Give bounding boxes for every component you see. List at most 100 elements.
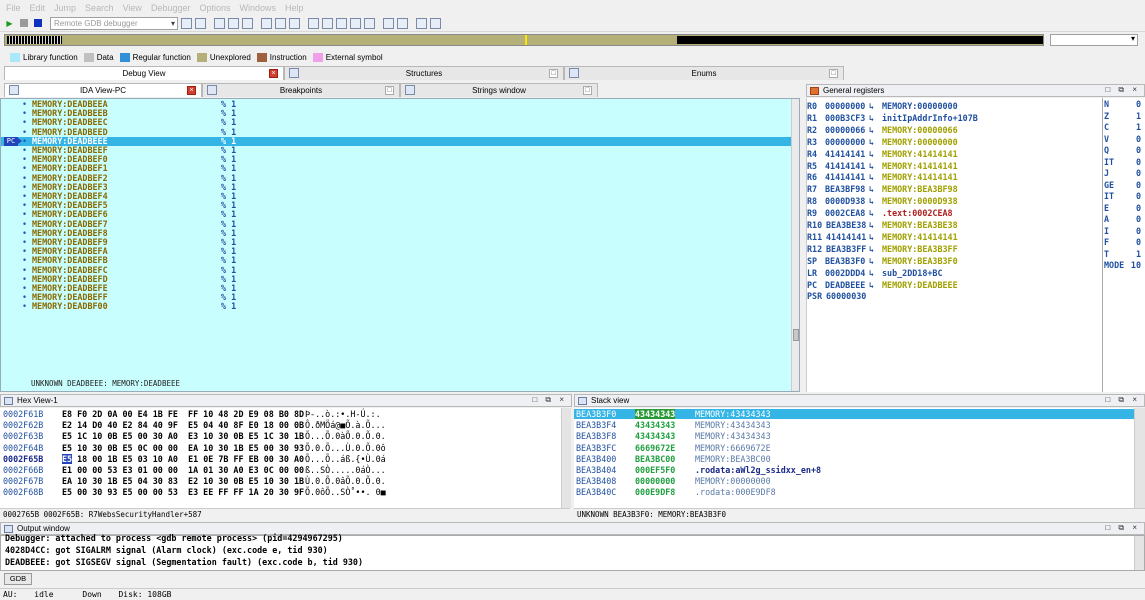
register-row[interactable]: R4 41414141 ↳ MEMORY:41414141 <box>807 148 1101 160</box>
register-target[interactable]: MEMORY:BEA3B3FF <box>882 243 958 255</box>
flag-row[interactable]: V0 <box>1103 134 1145 144</box>
flag-row[interactable]: MODE 10 <box>1103 261 1145 270</box>
flag-value[interactable]: 0 <box>1136 203 1141 213</box>
register-target[interactable]: MEMORY:41414141 <box>882 231 958 243</box>
disassembly-line[interactable]: • MEMORY:DEADBEFB% 1 <box>1 256 794 265</box>
flag-value[interactable]: 1 <box>1136 249 1141 259</box>
register-row[interactable]: R1 000B3CF3 ↳ initIpAddrInfo+107B <box>807 112 1101 124</box>
flag-row[interactable]: Q0 <box>1103 146 1145 155</box>
disassembly-line[interactable]: • MEMORY:DEADBEF0% 1 <box>1 155 794 164</box>
flag-row[interactable]: IT 0 <box>1103 192 1145 201</box>
flag-row[interactable]: IT 0 <box>1103 157 1145 167</box>
window-controls[interactable]: □ ⧉ × <box>532 395 567 405</box>
gdb-button[interactable]: GDB <box>4 573 32 585</box>
hex-bytes[interactable]: E5 10 30 0B E5 0C 00 00 EA 10 30 1B E5 0… <box>62 443 304 453</box>
register-row[interactable]: R8 0000D938 ↳ MEMORY:0000D938 <box>807 195 1101 207</box>
stack-comment[interactable]: MEMORY:43434343 <box>695 420 771 430</box>
disassembly-line[interactable]: • MEMORY:DEADBEED% 1 <box>1 127 794 137</box>
threads-icon[interactable] <box>289 17 300 29</box>
menu-file[interactable]: File <box>6 3 21 13</box>
register-value[interactable]: BEA3B3FF <box>826 243 866 255</box>
flag-value[interactable]: 0 <box>1136 169 1141 178</box>
register-row[interactable]: R2 00000066 ↳ MEMORY:00000066 <box>807 124 1101 136</box>
disassembly-line[interactable]: • MEMORY:DEADBEF7% 1 <box>1 219 794 229</box>
register-row[interactable]: R10 BEA3BE38 ↳ MEMORY:BEA3BE38 <box>807 219 1101 231</box>
stack-row[interactable]: BEA3B3F0 43434343 MEMORY:43434343 <box>574 409 1134 419</box>
flag-value[interactable]: 0 <box>1136 134 1141 144</box>
flag-value[interactable]: 10 <box>1131 261 1141 270</box>
stack-comment[interactable]: MEMORY:6669672E <box>695 443 771 453</box>
hex-ascii[interactable]: ß..SÒ.....0áÒ... <box>305 465 386 475</box>
flag-row[interactable]: Z1 <box>1103 111 1145 121</box>
hex-cursor[interactable]: E5 <box>62 453 73 464</box>
register-target[interactable]: MEMORY:41414141 <box>882 160 958 172</box>
menu-windows[interactable]: Windows <box>240 3 277 13</box>
segments-icon[interactable] <box>364 17 375 29</box>
menu-debugger[interactable]: Debugger <box>151 3 191 13</box>
disassembly-line[interactable]: • MEMORY:DEADBEF4% 1 <box>1 192 794 201</box>
register-value[interactable]: DEADBEEE <box>825 279 865 291</box>
register-target[interactable]: MEMORY:DEADBEEE <box>882 279 958 291</box>
register-row[interactable]: PC DEADBEEE ↳ MEMORY:DEADBEEE <box>807 279 1101 291</box>
flag-row[interactable]: J0 <box>1103 169 1145 178</box>
hex-ascii[interactable]: Ù.0.Õ.0âÕ.0.Õ.0. <box>305 476 386 486</box>
redo-icon[interactable] <box>336 17 347 29</box>
pause-icon[interactable] <box>18 18 29 29</box>
register-value[interactable]: 0000D938 <box>825 195 865 207</box>
stack-icon[interactable] <box>397 17 408 29</box>
menu-options[interactable]: Options <box>199 3 230 13</box>
register-row[interactable]: SP BEA3B3F0 ↳ MEMORY:BEA3B3F0 <box>807 255 1101 267</box>
registers-icon[interactable] <box>383 17 394 29</box>
hex-ascii[interactable]: Ô.ðMÖá@■Õ.à.Õ... <box>305 420 386 430</box>
disassembly-line[interactable]: • MEMORY:DEADBEFC% 1 <box>1 265 794 275</box>
hex-row[interactable]: 0002F63B E5 1C 10 0B E5 00 30 A0 E3 10 30… <box>0 431 565 441</box>
stack-comment[interactable]: MEMORY:00000000 <box>695 476 771 486</box>
register-value[interactable]: 0002CEA8 <box>825 207 865 219</box>
register-target[interactable]: MEMORY:00000000 <box>882 100 958 112</box>
play-icon[interactable]: ▶ <box>4 18 15 29</box>
disassembly-line[interactable]: • MEMORY:DEADBEF1% 1 <box>1 164 794 173</box>
watch-icon[interactable] <box>275 17 286 29</box>
menu-edit[interactable]: Edit <box>30 3 46 13</box>
tab-debug-view[interactable]: Debug View × <box>4 66 284 80</box>
stack-comment[interactable]: MEMORY:43434343 <box>695 409 771 419</box>
hex-ascii[interactable]: Õ...Õ..áß.{•Ù.0á <box>305 454 386 464</box>
flag-value[interactable]: 0 <box>1136 226 1141 236</box>
step-over-icon[interactable] <box>195 17 206 29</box>
register-target[interactable]: MEMORY:41414141 <box>882 148 958 160</box>
flag-row[interactable]: F0 <box>1103 238 1145 247</box>
register-target[interactable]: .text:0002CEA8 <box>882 207 953 219</box>
output-scrollbar[interactable] <box>1134 536 1144 570</box>
register-value[interactable]: 41414141 <box>825 171 865 183</box>
hex-bytes[interactable]: E5 18 00 1B E5 03 10 A0 E1 0E 7B FF EB 0… <box>62 453 304 464</box>
register-value[interactable]: 41414141 <box>825 160 865 172</box>
disassembly-line[interactable]: • MEMORY:DEADBEFD% 1 <box>1 274 794 284</box>
tab-ida-view-pc[interactable]: IDA View-PC × <box>4 83 202 97</box>
stack-comment[interactable]: MEMORY:BEA3BC00 <box>695 454 771 464</box>
flag-row[interactable]: N0 <box>1103 100 1145 109</box>
settings-icon[interactable] <box>430 17 441 29</box>
register-value[interactable]: 00000000 <box>825 100 865 112</box>
undo-icon[interactable] <box>322 17 333 29</box>
menu-view[interactable]: View <box>123 3 142 13</box>
menu-search[interactable]: Search <box>85 3 114 13</box>
hex-ascii[interactable]: Õ.0.Õ...Ù.0.Õ.0ô <box>305 443 386 453</box>
register-value[interactable]: 41414141 <box>825 148 865 160</box>
register-target[interactable]: MEMORY:41414141 <box>882 171 958 183</box>
window-controls[interactable]: □ ⧉ × <box>1105 523 1140 533</box>
disassembly-line[interactable]: • MEMORY:DEADBEFA% 1 <box>1 247 794 256</box>
register-target[interactable]: MEMORY:00000066 <box>882 124 958 136</box>
navigation-bar[interactable] <box>4 34 1044 46</box>
stack-value[interactable]: BEA3BC00 <box>635 454 675 464</box>
register-value[interactable]: 41414141 <box>826 231 866 243</box>
disassembly-line[interactable]: • MEMORY:DEADBEFF% 1 <box>1 293 794 302</box>
flag-row[interactable]: A0 <box>1103 215 1145 224</box>
hex-row[interactable]: 0002F68B E5 00 30 93 E5 00 00 53 E3 EE FF… <box>0 487 565 497</box>
register-row[interactable]: PSR 60000030 <box>807 290 1101 302</box>
window-controls[interactable]: □ ⧉ × <box>1105 85 1140 95</box>
flag-value[interactable]: 1 <box>1136 111 1141 121</box>
breakpoint-icon[interactable] <box>261 17 272 29</box>
stack-comment[interactable]: .rodata:aWl2g_ssidxx_en+8 <box>695 465 821 475</box>
vertical-scrollbar[interactable] <box>791 99 799 391</box>
close-icon[interactable]: □ <box>829 69 838 78</box>
